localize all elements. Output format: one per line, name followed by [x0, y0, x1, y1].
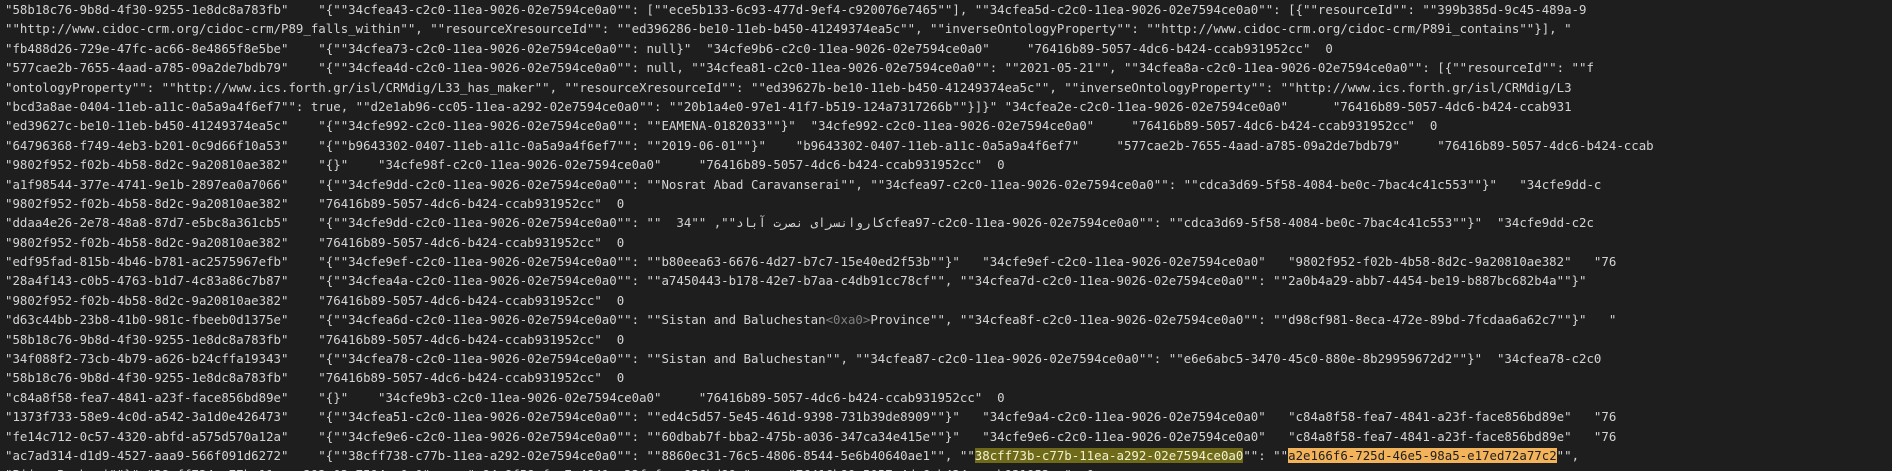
code-line[interactable]: "9802f952-f02b-4b58-8d2c-9a20810ae382" "…	[5, 194, 1892, 213]
code-text: "bcd3a8ae-0404-11eb-a11c-0a5a9a4f6ef7"":…	[5, 98, 1572, 114]
code-line[interactable]: "58b18c76-9b8d-4f30-9255-1e8dc8a783fb" "…	[5, 368, 1892, 387]
code-text: "9802f952-f02b-4b58-8d2c-9a20810ae382" "…	[5, 195, 625, 211]
code-line[interactable]: "fe14c712-0c57-4320-abfd-a575d570a12a" "…	[5, 427, 1892, 446]
code-line[interactable]: "edf95fad-815b-4b46-b781-ac2575967efb" "…	[5, 252, 1892, 271]
code-line[interactable]: "ddaa4e26-2e78-48a8-87d7-e5bc8a361cb5" "…	[5, 213, 1892, 232]
code-text: "58b18c76-9b8d-4f30-9255-1e8dc8a783fb" "…	[5, 331, 625, 347]
code-line[interactable]: "ed39627c-be10-11eb-b450-41249374ea5c" "…	[5, 116, 1892, 135]
code-line[interactable]: "9802f952-f02b-4b58-8d2c-9a20810ae382" "…	[5, 233, 1892, 252]
code-text: "1373f733-58e9-4c0d-a542-3a1d0e426473" "…	[5, 409, 1617, 425]
code-text: "9802f952-f02b-4b58-8d2c-9a20810ae382" "…	[5, 292, 625, 308]
code-text: "ontologyProperty"": ""http://www.ics.fo…	[5, 79, 1572, 95]
code-text: "9802f952-f02b-4b58-8d2c-9a20810ae382" "…	[5, 157, 1005, 173]
code-line[interactable]: "58b18c76-9b8d-4f30-9255-1e8dc8a783fb" "…	[5, 0, 1892, 19]
code-line[interactable]: "58b18c76-9b8d-4f30-9255-1e8dc8a783fb" "…	[5, 330, 1892, 349]
code-text: "fe14c712-0c57-4320-abfd-a575d570a12a" "…	[5, 428, 1617, 444]
code-line[interactable]: ""http://www.cidoc-crm.org/cidoc-crm/P89…	[5, 19, 1892, 38]
text-editor[interactable]: "58b18c76-9b8d-4f30-9255-1e8dc8a783fb" "…	[0, 0, 1892, 471]
code-line[interactable]: "fb488d26-729e-47fc-ac66-8e4865f8e5be" "…	[5, 39, 1892, 58]
code-text: "64796368-f749-4eb3-b201-0c9d66f10a53" "…	[5, 137, 1654, 153]
code-line[interactable]: "d63c44bb-23b8-41b0-981c-fbeeb0d1375e" "…	[5, 310, 1892, 329]
code-text: "34f088f2-73cb-4b79-a626-b24cffa19343" "…	[5, 351, 1602, 367]
code-line[interactable]: "9802f952-f02b-4b58-8d2c-9a20810ae382" "…	[5, 155, 1892, 174]
code-text: "": ""	[1243, 447, 1289, 463]
code-line[interactable]: "Bijan Rouhani""}" "38cff734-c77b-11ea-a…	[5, 465, 1892, 471]
code-text: "28a4f143-c0b5-4763-b1d7-4c83a86c7b87" "…	[5, 273, 1587, 289]
code-text: "a1f98544-377e-4741-9e1b-2897ea0a7066" "…	[5, 176, 1602, 192]
code-line[interactable]: "bcd3a8ae-0404-11eb-a11c-0a5a9a4f6ef7"":…	[5, 97, 1892, 116]
search-match-highlight: 38cff73b-c77b-11ea-a292-02e7594ce0a0	[974, 447, 1244, 463]
code-line[interactable]: "ac7ad314-d1d9-4527-aaa9-566f091d6272" "…	[5, 446, 1892, 465]
code-text: "d63c44bb-23b8-41b0-981c-fbeeb0d1375e" "…	[5, 312, 826, 328]
code-text: "9802f952-f02b-4b58-8d2c-9a20810ae382" "…	[5, 234, 625, 250]
code-line[interactable]: "ontologyProperty"": ""http://www.ics.fo…	[5, 78, 1892, 97]
code-text: "ac7ad314-d1d9-4527-aaa9-566f091d6272" "…	[5, 447, 975, 463]
code-text: "fb488d26-729e-47fc-ac66-8e4865f8e5be" "…	[5, 40, 1333, 56]
code-line[interactable]: "28a4f143-c0b5-4763-b1d7-4c83a86c7b87" "…	[5, 271, 1892, 290]
code-text: "c84a8f58-fea7-4841-a23f-face856bd89e" "…	[5, 389, 1005, 405]
control-char-marker: <0xa0>	[825, 312, 871, 328]
code-line[interactable]: "577cae2b-7655-4aad-a785-09a2de7bdb79" "…	[5, 58, 1892, 77]
code-text: "ddaa4e26-2e78-48a8-87d7-e5bc8a361cb5" "…	[5, 215, 1594, 231]
code-line[interactable]: "c84a8f58-fea7-4841-a23f-face856bd89e" "…	[5, 388, 1892, 407]
code-text: "",	[1556, 447, 1580, 463]
code-text: "58b18c76-9b8d-4f30-9255-1e8dc8a783fb" "…	[5, 370, 625, 386]
code-text: "ed39627c-be10-11eb-b450-41249374ea5c" "…	[5, 118, 1438, 134]
code-text: "577cae2b-7655-4aad-a785-09a2de7bdb79" "…	[5, 60, 1594, 76]
code-line[interactable]: "64796368-f749-4eb3-b201-0c9d66f10a53" "…	[5, 136, 1892, 155]
code-text: "edf95fad-815b-4b46-b781-ac2575967efb" "…	[5, 254, 1617, 270]
code-line[interactable]: "1373f733-58e9-4c0d-a542-3a1d0e426473" "…	[5, 407, 1892, 426]
code-line[interactable]: "9802f952-f02b-4b58-8d2c-9a20810ae382" "…	[5, 291, 1892, 310]
current-selection-highlight: a2e166f6-725d-46e5-98a5-e17ed72a77c2	[1288, 447, 1557, 463]
code-text: Province"", ""34cfea8f-c2c0-11ea-9026-02…	[870, 312, 1617, 328]
editor-lines: "58b18c76-9b8d-4f30-9255-1e8dc8a783fb" "…	[0, 0, 1892, 471]
code-text: "58b18c76-9b8d-4f30-9255-1e8dc8a783fb" "…	[5, 2, 1587, 17]
code-line[interactable]: "a1f98544-377e-4741-9e1b-2897ea0a7066" "…	[5, 175, 1892, 194]
code-text: ""http://www.cidoc-crm.org/cidoc-crm/P89…	[5, 21, 1572, 37]
code-text: "Bijan Rouhani""}" "38cff734-c77b-11ea-a…	[5, 467, 1094, 471]
code-line[interactable]: "34f088f2-73cb-4b79-a626-b24cffa19343" "…	[5, 349, 1892, 368]
